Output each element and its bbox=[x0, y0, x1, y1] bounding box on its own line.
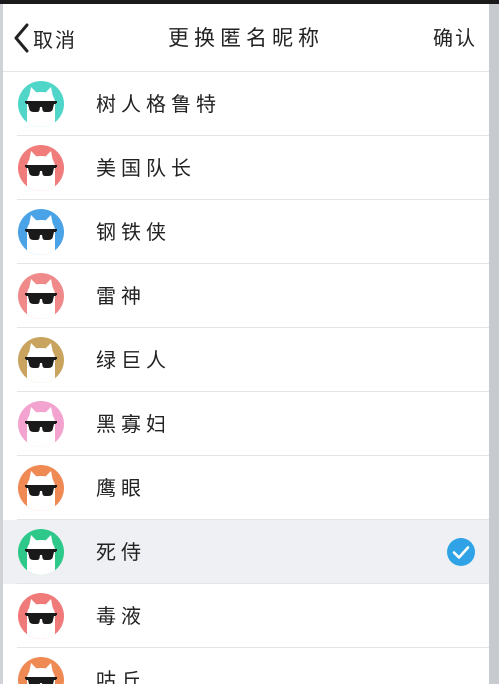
nickname-label: 咕丘 bbox=[96, 668, 146, 684]
nickname-label: 死侍 bbox=[96, 540, 146, 564]
nickname-label: 雷神 bbox=[96, 284, 146, 308]
confirm-button[interactable]: 确认 bbox=[433, 22, 477, 54]
nickname-label: 毒液 bbox=[96, 604, 146, 628]
cat-sunglasses-avatar-icon bbox=[18, 529, 64, 575]
cat-sunglasses-avatar-icon bbox=[18, 209, 64, 255]
cat-sunglasses-avatar-icon bbox=[18, 273, 64, 319]
background-edge-right bbox=[489, 4, 499, 684]
screen: 取消 更换匿名昵称 确认 树人格鲁特美国队长钢铁侠雷神绿巨人黑寡妇鹰眼死侍毒液咕… bbox=[0, 0, 499, 684]
navigation-bar: 取消 更换匿名昵称 确认 bbox=[3, 4, 489, 72]
nickname-row[interactable]: 死侍 bbox=[3, 520, 489, 584]
nickname-row[interactable]: 毒液 bbox=[3, 584, 489, 648]
nickname-row[interactable]: 树人格鲁特 bbox=[3, 72, 489, 136]
nickname-row[interactable]: 美国队长 bbox=[3, 136, 489, 200]
cat-sunglasses-avatar-icon bbox=[18, 81, 64, 127]
page-title: 更换匿名昵称 bbox=[168, 26, 324, 50]
nickname-label: 美国队长 bbox=[96, 156, 196, 180]
checkmark-icon bbox=[447, 538, 475, 566]
nickname-row[interactable]: 黑寡妇 bbox=[3, 392, 489, 456]
cat-sunglasses-avatar-icon bbox=[18, 465, 64, 511]
nickname-row[interactable]: 绿巨人 bbox=[3, 328, 489, 392]
nickname-list: 树人格鲁特美国队长钢铁侠雷神绿巨人黑寡妇鹰眼死侍毒液咕丘 bbox=[3, 72, 489, 684]
nickname-label: 黑寡妇 bbox=[96, 412, 171, 436]
cat-sunglasses-avatar-icon bbox=[18, 145, 64, 191]
nickname-label: 钢铁侠 bbox=[96, 220, 171, 244]
nickname-label: 鹰眼 bbox=[96, 476, 146, 500]
cat-sunglasses-avatar-icon bbox=[18, 657, 64, 684]
nickname-row[interactable]: 鹰眼 bbox=[3, 456, 489, 520]
nickname-row[interactable]: 雷神 bbox=[3, 264, 489, 328]
nickname-label: 树人格鲁特 bbox=[96, 92, 221, 116]
cat-sunglasses-avatar-icon bbox=[18, 401, 64, 447]
nickname-row[interactable]: 咕丘 bbox=[3, 648, 489, 684]
cat-sunglasses-avatar-icon bbox=[18, 593, 64, 639]
cat-sunglasses-avatar-icon bbox=[18, 337, 64, 383]
nickname-row[interactable]: 钢铁侠 bbox=[3, 200, 489, 264]
nickname-label: 绿巨人 bbox=[96, 348, 171, 372]
